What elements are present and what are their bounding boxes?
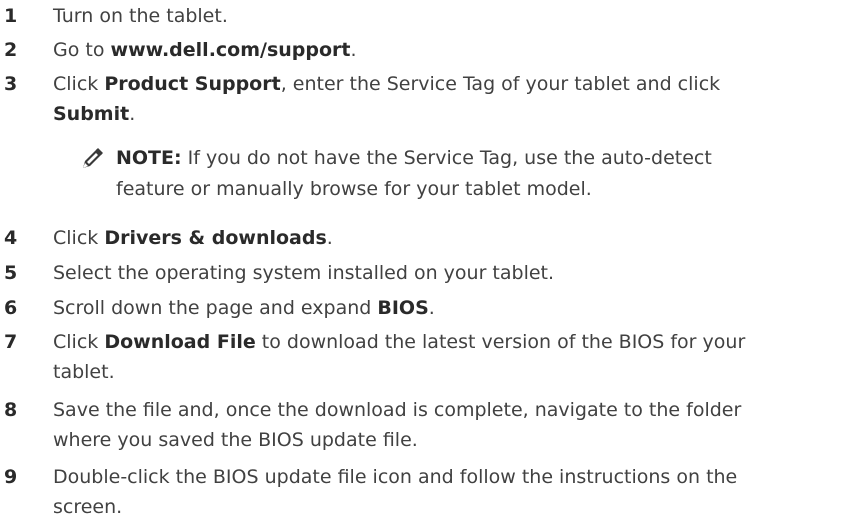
support-url: www.dell.com/support [110,39,351,61]
step-number: 1 [4,5,18,27]
step-text: Go to www.dell.com/support. [53,39,357,61]
step-number: 2 [4,39,18,61]
step-text: Scroll down the page and expand BIOS. [53,297,435,319]
step-text: Save the file and, once the download is … [53,399,742,451]
step-text: Turn on the tablet. [53,5,228,27]
step-number: 8 [4,399,18,421]
step-number: 4 [4,227,18,249]
step-number: 9 [4,466,18,488]
step-number: 5 [4,262,18,284]
note-label: NOTE: [116,147,182,169]
step-text: Select the operating system installed on… [53,262,555,284]
step-number: 3 [4,73,18,95]
step-text: Click Download File to download the late… [53,331,746,383]
step-text: Double-click the BIOS update file icon a… [53,466,738,518]
step-text: Click Drivers & downloads. [53,227,333,249]
step-text: Click Product Support, enter the Service… [53,73,721,125]
step-number: 6 [4,297,18,319]
step-number: 7 [4,331,18,353]
note-text: NOTE: If you do not have the Service Tag… [116,147,712,200]
pencil-note-icon [82,147,104,169]
